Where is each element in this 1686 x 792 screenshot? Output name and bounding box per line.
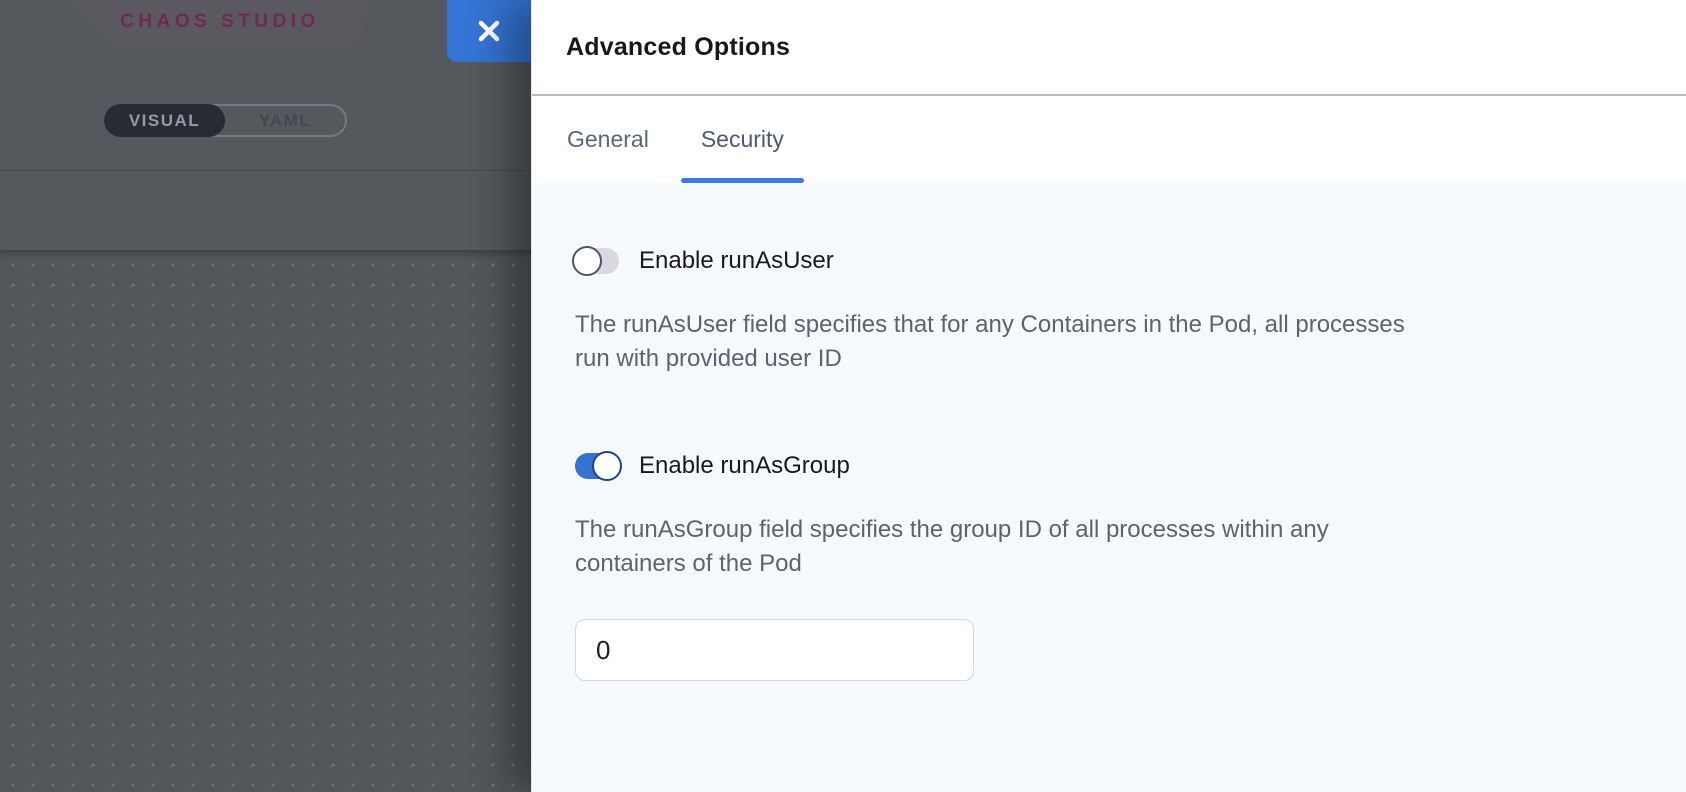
- run-as-group-description: The runAsGroup field specifies the group…: [575, 513, 1626, 581]
- advanced-options-drawer: Advanced Options General Security Enable…: [531, 0, 1686, 792]
- yaml-tab-label: YAML: [259, 111, 312, 131]
- drawer-tab-bar: General Security: [532, 96, 1686, 183]
- run-as-user-label: Enable runAsUser: [639, 247, 834, 275]
- close-icon: [475, 17, 503, 45]
- visual-tab-label: VISUAL: [129, 111, 200, 131]
- app-banner: CHAOS STUDIO: [68, 0, 372, 44]
- view-mode-toggle: VISUAL YAML: [104, 104, 347, 137]
- yaml-tab[interactable]: YAML: [225, 106, 345, 135]
- tab-general-label: General: [567, 126, 649, 153]
- run-as-user-row: Enable runAsUser: [575, 247, 1626, 275]
- toolbar-divider: [0, 170, 531, 171]
- security-tab-content: Enable runAsUser The runAsUser field spe…: [532, 183, 1686, 792]
- run-as-group-row: Enable runAsGroup: [575, 452, 1626, 480]
- run-as-group-label: Enable runAsGroup: [639, 452, 850, 480]
- toggle-knob: [572, 246, 602, 276]
- toggle-knob: [592, 451, 622, 481]
- drawer-title: Advanced Options: [566, 33, 790, 62]
- visual-tab[interactable]: VISUAL: [104, 104, 225, 137]
- run-as-group-value-input[interactable]: [575, 619, 974, 681]
- run-as-user-description: The runAsUser field specifies that for a…: [575, 308, 1626, 376]
- drawer-header: Advanced Options: [532, 0, 1686, 96]
- tab-security[interactable]: Security: [681, 96, 804, 183]
- app-title: CHAOS STUDIO: [120, 11, 320, 33]
- run-as-group-toggle[interactable]: [575, 453, 619, 479]
- drawer-close-button[interactable]: [447, 0, 531, 62]
- tab-general[interactable]: General: [547, 96, 669, 183]
- dimmed-backdrop: CHAOS STUDIO VISUAL YAML: [0, 0, 531, 792]
- workflow-canvas: [0, 250, 531, 792]
- tab-security-label: Security: [701, 126, 784, 153]
- run-as-user-toggle[interactable]: [575, 248, 619, 274]
